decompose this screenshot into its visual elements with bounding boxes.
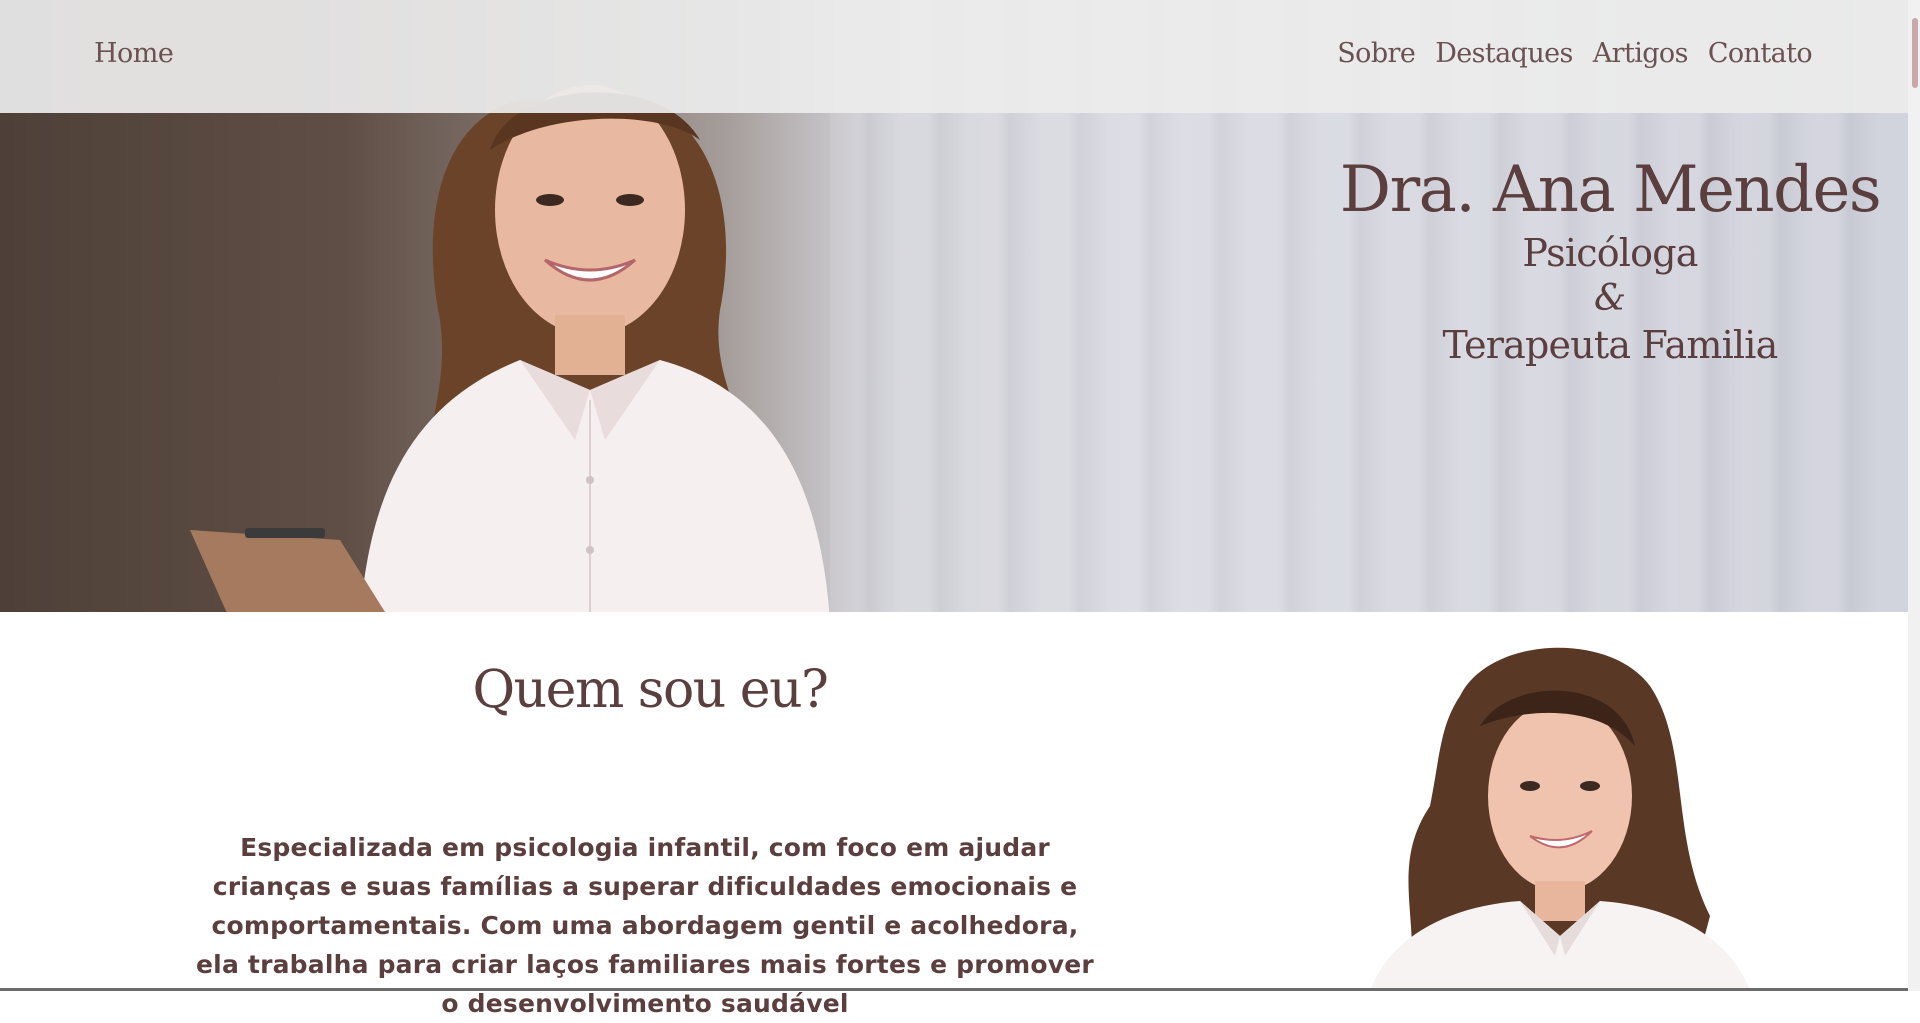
top-navbar: Home Sobre Destaques Artigos Contato	[0, 0, 1908, 113]
nav-home-link[interactable]: Home	[94, 38, 174, 69]
scrollbar-thumb[interactable]	[1912, 18, 1918, 88]
nav-links: Sobre Destaques Artigos Contato	[1337, 38, 1812, 69]
about-title: Quem sou eu?	[472, 660, 829, 720]
about-portrait-photo	[1370, 647, 1750, 991]
hero-ampersand: &	[1593, 278, 1627, 319]
hero-role-line2: Terapeuta Familia	[1442, 323, 1779, 367]
hero-name: Dra. Ana Mendes	[1339, 153, 1882, 227]
nav-link-destaques[interactable]: Destaques	[1435, 38, 1573, 69]
vertical-scrollbar[interactable]	[1908, 0, 1920, 991]
nav-link-artigos[interactable]: Artigos	[1593, 38, 1689, 69]
nav-link-sobre[interactable]: Sobre	[1337, 38, 1416, 69]
hero-role-line1: Psicóloga	[1522, 231, 1698, 275]
hero-photo-woman	[190, 85, 830, 612]
hero-heading-block: Dra. Ana Mendes Psicóloga & Terapeuta Fa…	[1330, 150, 1890, 368]
about-description: Especializada em psicologia infantil, co…	[196, 833, 1094, 1018]
nav-link-contato[interactable]: Contato	[1708, 38, 1813, 69]
